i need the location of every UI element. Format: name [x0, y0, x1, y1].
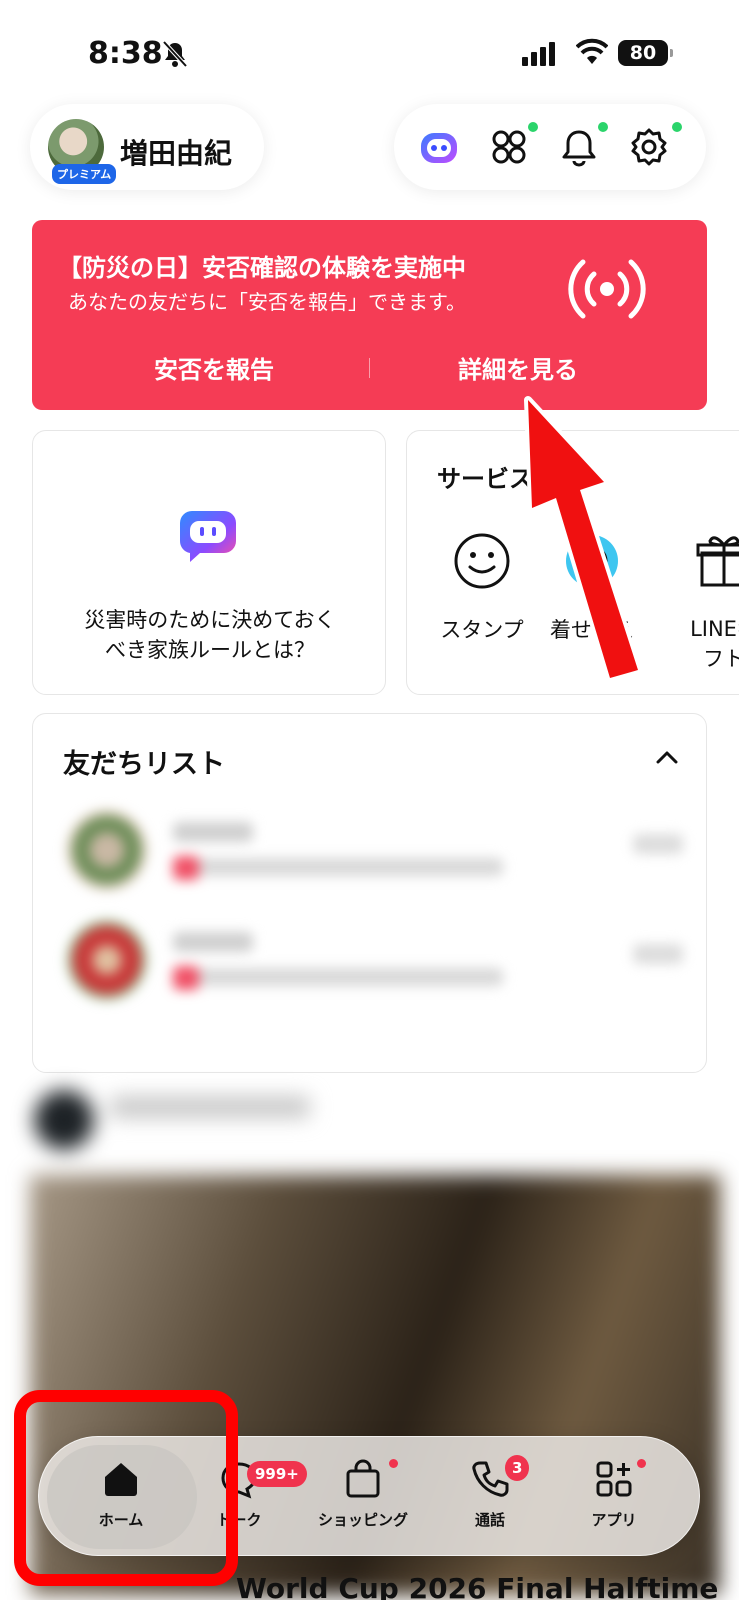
blurred-emoji: [173, 966, 199, 990]
friends-list-title: 友だちリスト: [63, 749, 225, 780]
services-grid-icon[interactable]: [488, 126, 530, 168]
profile-name: 増田由紀: [120, 137, 233, 170]
list-item[interactable]: [63, 804, 683, 894]
gift-icon: [696, 536, 739, 587]
alert-subtitle: あなたの友だちに「安否を報告」できます。: [68, 290, 466, 314]
avatar: [67, 810, 147, 890]
blurred-message: [173, 968, 503, 986]
chat-bubble-icon: [179, 511, 236, 562]
service-gift[interactable]: LINEギフト: [659, 531, 739, 674]
tab-apps[interactable]: アプリ: [559, 1459, 669, 1530]
phone-icon: [472, 1461, 509, 1497]
avatar: [67, 920, 147, 1000]
new-indicator-dot: [672, 122, 682, 132]
notification-bell-icon[interactable]: [558, 126, 600, 168]
unread-badge: 999+: [247, 1461, 307, 1487]
tab-label: ショッピング: [317, 1511, 408, 1529]
shopping-bag-icon: [346, 1459, 380, 1498]
wifi-icon: [576, 38, 608, 64]
family-rules-text: 災害時のために決めておく べき家族ルールとは？: [33, 605, 387, 665]
status-time: 8:38: [88, 36, 163, 71]
new-indicator-dot: [637, 1459, 646, 1468]
alert-title: 【防災の日】安否確認の体験を実施中: [58, 254, 466, 282]
status-bar: 8:38 80: [0, 0, 739, 100]
avatar: [34, 1090, 94, 1150]
settings-gear-icon[interactable]: [628, 126, 670, 168]
disaster-alert-banner[interactable]: 【防災の日】安否確認の体験を実施中 あなたの友だちに「安否を報告」できます。 安…: [32, 220, 707, 410]
view-details-button[interactable]: 詳細を見る: [458, 350, 578, 385]
family-rules-line-2: べき家族ルールとは？: [105, 638, 315, 662]
profile-button[interactable]: プレミアム 増田由紀: [30, 104, 264, 190]
cellular-signal-icon: [522, 42, 555, 66]
service-label: LINEギフト: [690, 617, 739, 671]
feed-post-caption: World Cup 2026 Final Halftime: [236, 1572, 719, 1600]
blurred-name: [173, 932, 253, 952]
friends-list: 友だちリスト: [32, 713, 707, 1073]
annotation-highlight-box: [14, 1390, 238, 1586]
tab-label: 通話: [474, 1511, 505, 1529]
blurred-name: [110, 1096, 310, 1118]
list-item[interactable]: [63, 914, 683, 1004]
ai-assistant-icon[interactable]: [418, 126, 460, 168]
premium-badge: プレミアム: [52, 164, 117, 184]
new-indicator-dot: [598, 122, 608, 132]
family-rules-line-1: 災害時のために決めておく: [84, 608, 336, 632]
new-indicator-dot: [528, 122, 538, 132]
new-indicator-dot: [389, 1459, 398, 1468]
report-safety-button[interactable]: 安否を報告: [154, 350, 274, 385]
chevron-up-icon[interactable]: [656, 750, 678, 764]
blurred-meta: [633, 834, 683, 854]
blurred-message: [173, 858, 503, 876]
blurred-emoji: [173, 856, 199, 880]
apps-icon: [596, 1461, 632, 1497]
broadcast-icon: [568, 259, 646, 319]
blurred-name: [173, 822, 253, 842]
blurred-meta: [633, 944, 683, 964]
header-actions: [394, 104, 706, 190]
annotation-arrow-icon: [524, 396, 642, 682]
divider: [369, 358, 370, 378]
tab-shopping[interactable]: ショッピング: [301, 1459, 425, 1530]
tab-label: アプリ: [591, 1511, 637, 1529]
battery-indicator: 80: [618, 40, 673, 66]
bell-muted-icon: [162, 40, 188, 68]
family-rules-card[interactable]: 災害時のために決めておく べき家族ルールとは？: [32, 430, 386, 695]
